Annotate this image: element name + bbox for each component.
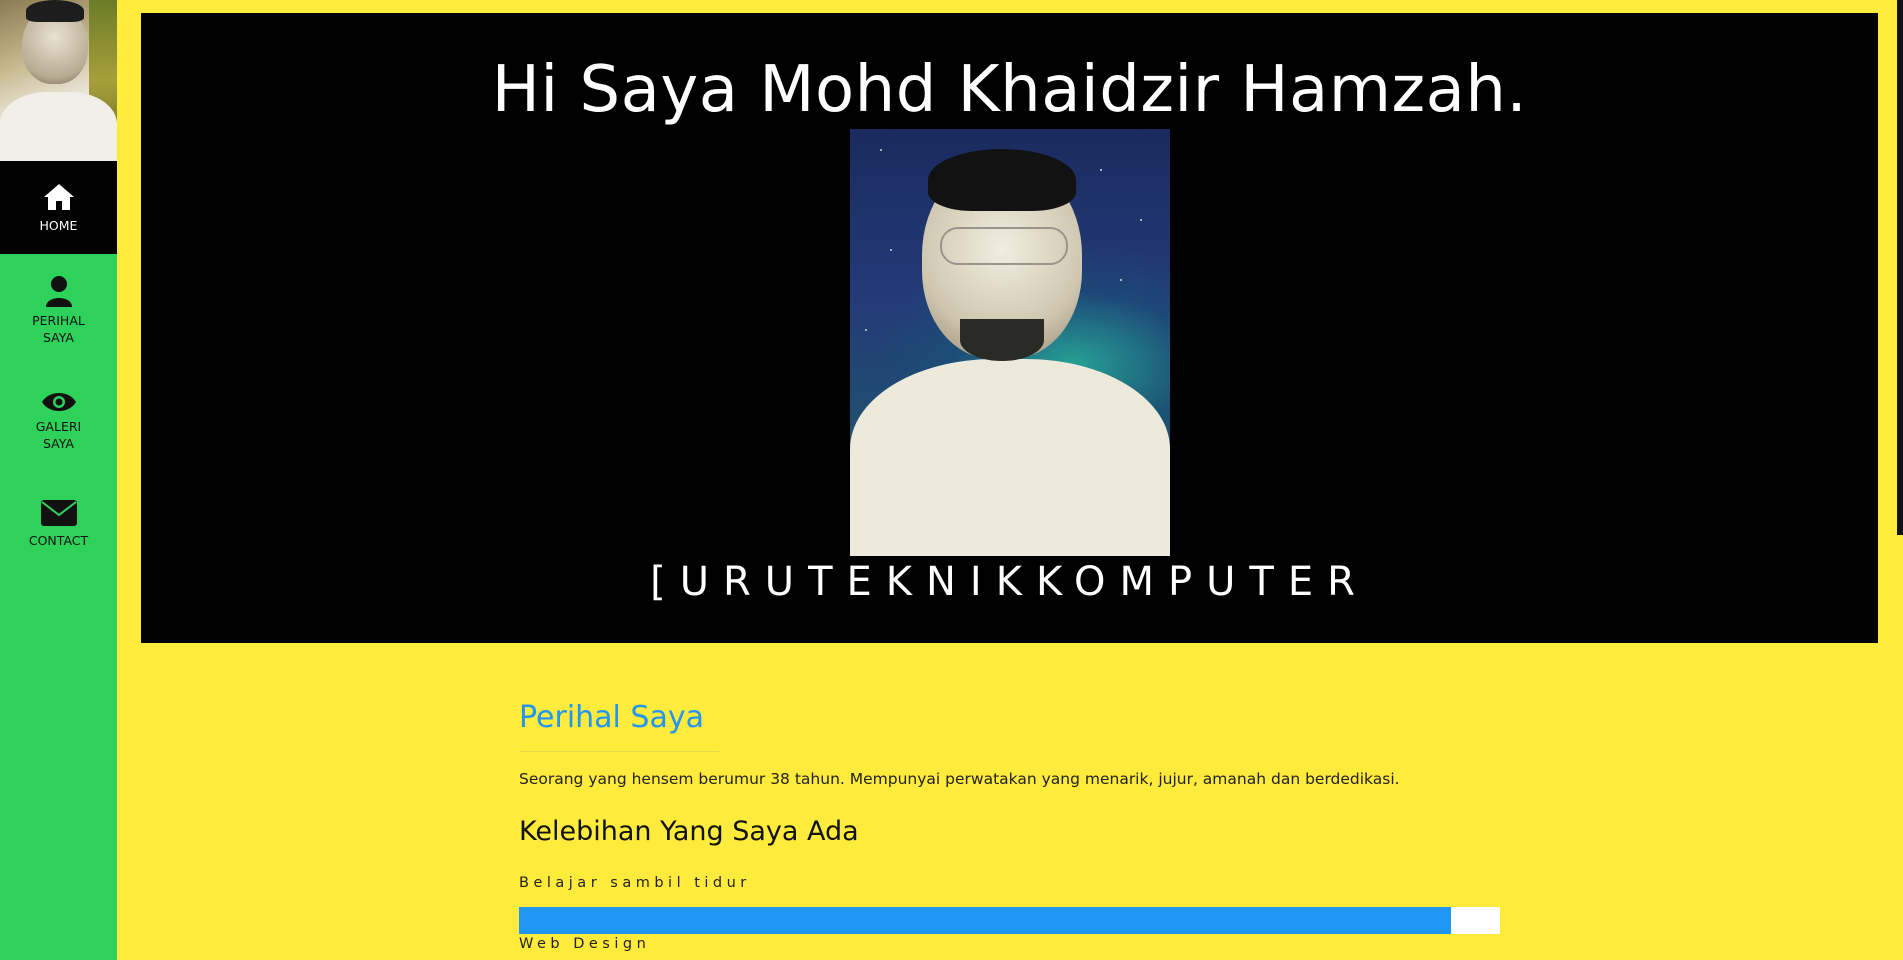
sidebar-item-label: GALERI SAYA [35, 418, 82, 451]
sidebar: HOME PERIHAL SAYA GALERI SAYA CONTACT [0, 0, 117, 960]
title-divider [519, 751, 719, 752]
sidebar-item-home[interactable]: HOME [0, 161, 117, 254]
sidebar-item-label: PERIHAL SAYA [32, 312, 85, 345]
avatar [0, 0, 117, 161]
section-title: Perihal Saya [519, 700, 704, 735]
home-icon [43, 183, 74, 210]
skill-label: Belajar sambil tidur [519, 875, 751, 891]
hero-section: Hi Saya Mohd Khaidzir Hamzah. [URUTEKNIK… [141, 13, 1878, 643]
avatar-shirt [0, 92, 117, 161]
eye-icon [41, 392, 76, 411]
photo-hair [928, 149, 1076, 211]
scrollbar[interactable] [1897, 0, 1903, 535]
about-section: Perihal Saya Seorang yang hensem berumur… [519, 700, 1504, 952]
avatar-hair [26, 0, 84, 22]
skill-label: Web Design [519, 936, 651, 952]
photo-beard [960, 319, 1044, 361]
skills-title: Kelebihan Yang Saya Ada [519, 816, 859, 847]
sidebar-item-contact[interactable]: CONTACT [0, 476, 117, 571]
sidebar-item-galeri-saya[interactable]: GALERI SAYA [0, 366, 117, 476]
about-description: Seorang yang hensem berumur 38 tahun. Me… [519, 770, 1400, 788]
photo-glasses [940, 227, 1068, 265]
profile-photo [850, 129, 1170, 556]
hero-subtitle: [URUTEKNIKKOMPUTER [650, 559, 1369, 605]
envelope-icon [40, 499, 77, 526]
user-icon [45, 275, 72, 307]
skill-progress-fill [519, 907, 1451, 934]
sidebar-item-label: CONTACT [28, 532, 89, 548]
sidebar-item-label: HOME [39, 217, 78, 233]
photo-shirt [850, 359, 1170, 556]
skill-progress-bar [519, 907, 1500, 934]
sidebar-item-perihal-saya[interactable]: PERIHAL SAYA [0, 254, 117, 366]
hero-title: Hi Saya Mohd Khaidzir Hamzah. [491, 53, 1528, 127]
